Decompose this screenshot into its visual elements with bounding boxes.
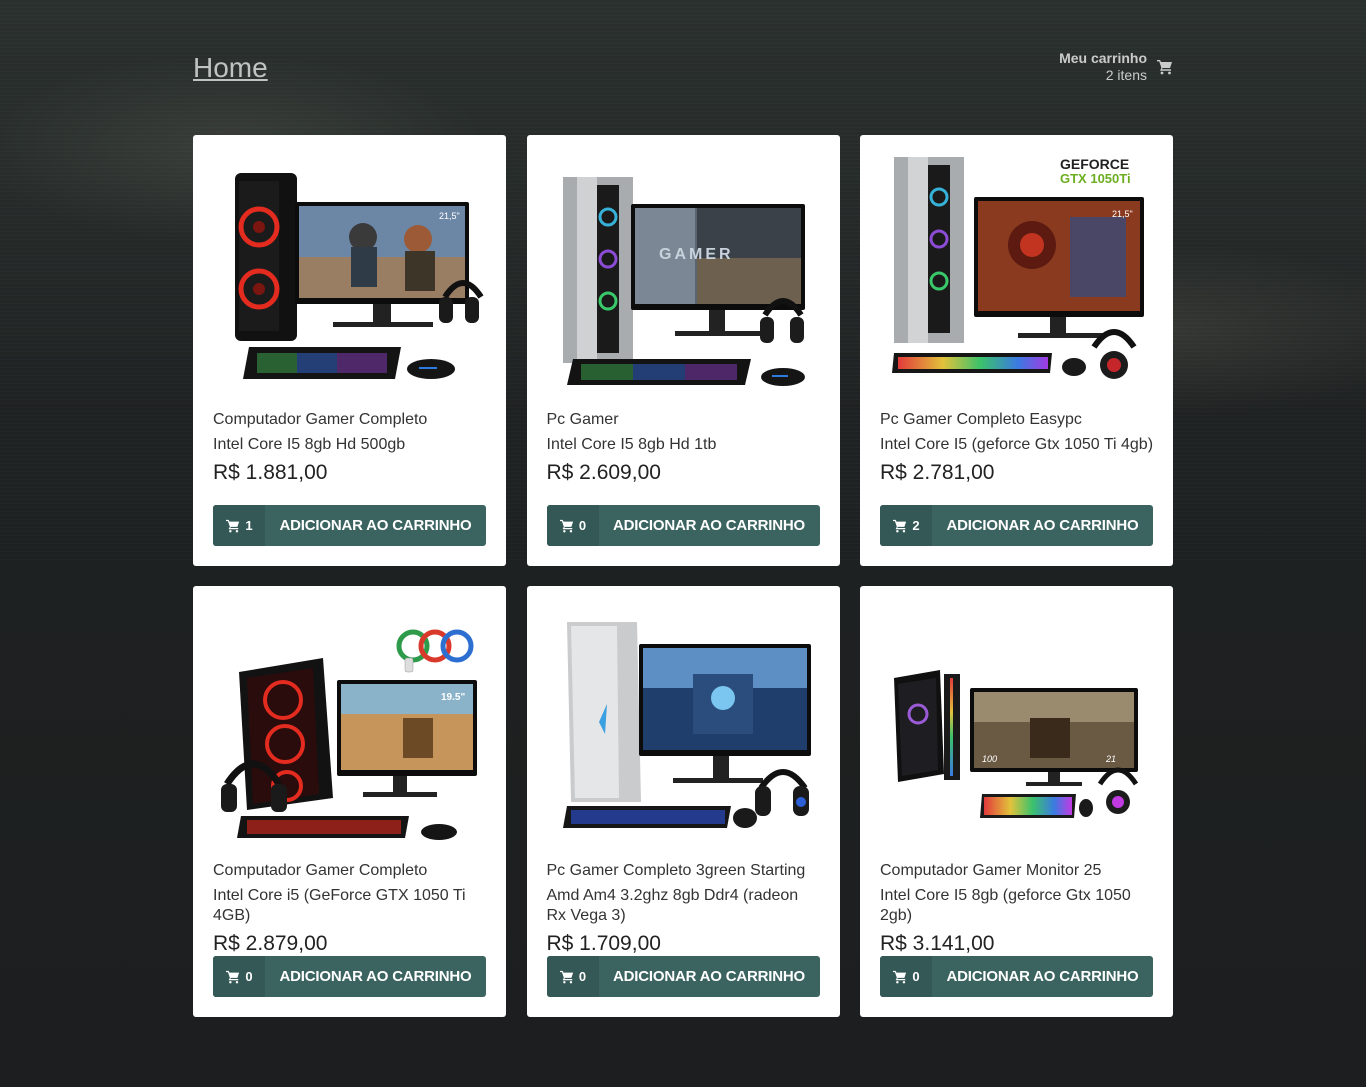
product-name-line2: Intel Core I5 8gb (geforce Gtx 1050 2gb) — [880, 887, 1131, 924]
monitor-size-label: 19.5" — [441, 692, 465, 703]
product-card: 100 21 Computador Gamer Monitor 25 Intel… — [860, 586, 1173, 1017]
product-image[interactable]: 19.5" — [213, 598, 486, 848]
product-name-line1: Computador Gamer Monitor 25 — [880, 862, 1102, 879]
product-card: 21,5" Computador Gamer Completo Intel Co… — [193, 135, 506, 566]
product-name-line2: Intel Core I5 8gb Hd 1tb — [546, 436, 717, 453]
add-to-cart-label: ADICIONAR AO CARRINHO — [279, 517, 472, 534]
cart-icon — [226, 519, 240, 532]
screen-gamer-text: GAMER — [659, 246, 734, 263]
product-price: R$ 1.881,00 — [213, 461, 328, 484]
product-price: R$ 2.781,00 — [880, 461, 995, 484]
add-to-cart-label: ADICIONAR AO CARRINHO — [613, 968, 805, 985]
product-name-line2: Intel Core I5 8gb Hd 500gb — [213, 436, 406, 453]
cart-quantity: 0 — [245, 969, 253, 984]
product-card: Pc Gamer Completo 3green Starting Amd Am… — [526, 586, 840, 1017]
product-grid: 21,5" Computador Gamer Completo Intel Co… — [193, 135, 1173, 1017]
cart-quantity-badge: 2 — [880, 505, 932, 546]
shopping-cart-icon — [1157, 60, 1172, 75]
cart-quantity: 1 — [245, 518, 253, 533]
cart-icon — [893, 519, 907, 532]
mini-cart-count: 2 itens — [1105, 67, 1147, 83]
add-to-cart-button[interactable]: 0 ADICIONAR AO CARRINHO — [546, 956, 820, 997]
cart-icon — [559, 519, 573, 532]
product-image[interactable]: 100 21 — [880, 598, 1153, 848]
product-name-line1: Computador Gamer Completo — [213, 862, 428, 879]
product-name-line2: Amd Am4 3.2ghz 8gb Ddr4 (radeon Rx Vega … — [546, 887, 799, 924]
product-price: R$ 2.879,00 — [213, 932, 328, 955]
add-to-cart-label: ADICIONAR AO CARRINHO — [946, 517, 1139, 534]
product-card: GEFORCE GTX 1050Ti 21,5" Pc Gamer Comple… — [860, 135, 1173, 566]
product-price: R$ 3.141,00 — [880, 932, 995, 955]
product-image[interactable]: GAMER — [547, 147, 820, 397]
product-name-line2: Intel Core I5 (geforce Gtx 1050 Ti 4gb) — [880, 436, 1154, 453]
add-to-cart-label: ADICIONAR AO CARRINHO — [613, 517, 805, 534]
hud-health: 100 — [982, 754, 997, 764]
product-name[interactable]: Pc Gamer Completo 3green Starting Amd Am… — [547, 861, 822, 931]
hud-ammo: 21 — [1105, 754, 1116, 764]
monitor-size-label: 21,5" — [439, 211, 460, 221]
cart-icon — [226, 970, 240, 983]
product-card: 19.5" Computador Gamer Completo Intel Co… — [193, 586, 506, 1017]
product-name[interactable]: Computador Gamer Completo Intel Core I5 … — [213, 410, 488, 460]
add-to-cart-button[interactable]: 0 ADICIONAR AO CARRINHO — [213, 956, 486, 997]
product-name[interactable]: Computador Gamer Completo Intel Core i5 … — [213, 861, 488, 931]
cart-quantity-badge: 1 — [213, 505, 265, 546]
add-to-cart-label: ADICIONAR AO CARRINHO — [279, 968, 472, 985]
cart-quantity-badge: 0 — [213, 956, 265, 997]
product-image[interactable] — [547, 598, 820, 848]
product-price: R$ 2.609,00 — [546, 461, 661, 484]
product-name-line1: Computador Gamer Completo — [213, 411, 428, 428]
mini-cart[interactable]: Meu carrinho 2 itens — [1059, 50, 1173, 84]
monitor-size-label: 21,5" — [1112, 209, 1133, 219]
home-link[interactable]: Home — [193, 52, 268, 84]
cart-icon — [893, 970, 907, 983]
cart-quantity-badge: 0 — [880, 956, 932, 997]
product-card: GAMER Pc Gamer Intel Core I5 8gb Hd 1tb … — [526, 135, 840, 566]
product-name-line1: Pc Gamer Completo 3green Starting — [546, 862, 806, 879]
product-name-line1: Pc Gamer — [546, 411, 619, 428]
mini-cart-title: Meu carrinho — [1059, 50, 1147, 66]
cart-icon — [559, 970, 573, 983]
page-header: Home Meu carrinho 2 itens — [193, 40, 1173, 100]
product-name[interactable]: Pc Gamer Intel Core I5 8gb Hd 1tb — [547, 410, 822, 460]
product-name[interactable]: Computador Gamer Monitor 25 Intel Core I… — [880, 861, 1155, 931]
add-to-cart-button[interactable]: 0 ADICIONAR AO CARRINHO — [880, 956, 1153, 997]
add-to-cart-button[interactable]: 0 ADICIONAR AO CARRINHO — [546, 505, 820, 546]
product-image[interactable]: 21,5" — [213, 147, 486, 397]
cart-quantity: 2 — [912, 518, 920, 533]
product-name[interactable]: Pc Gamer Completo Easypc Intel Core I5 (… — [880, 410, 1155, 460]
add-to-cart-button[interactable]: 2 ADICIONAR AO CARRINHO — [880, 505, 1153, 546]
product-name-line2: Intel Core i5 (GeForce GTX 1050 Ti 4GB) — [213, 887, 466, 924]
product-name-line1: Pc Gamer Completo Easypc — [880, 411, 1082, 428]
add-to-cart-button[interactable]: 1 ADICIONAR AO CARRINHO — [213, 505, 486, 546]
geforce-badge-line1: GEFORCE — [1060, 156, 1129, 172]
cart-quantity: 0 — [578, 518, 587, 533]
mini-cart-text: Meu carrinho 2 itens — [1059, 50, 1147, 84]
cart-quantity: 0 — [578, 969, 587, 984]
geforce-badge-line2: GTX 1050Ti — [1060, 171, 1131, 186]
product-price: R$ 1.709,00 — [546, 932, 661, 955]
cart-quantity-badge: 0 — [546, 956, 599, 997]
add-to-cart-label: ADICIONAR AO CARRINHO — [946, 968, 1139, 985]
product-image[interactable]: GEFORCE GTX 1050Ti 21,5" — [880, 147, 1153, 397]
cart-quantity: 0 — [912, 969, 920, 984]
cart-quantity-badge: 0 — [546, 505, 599, 546]
